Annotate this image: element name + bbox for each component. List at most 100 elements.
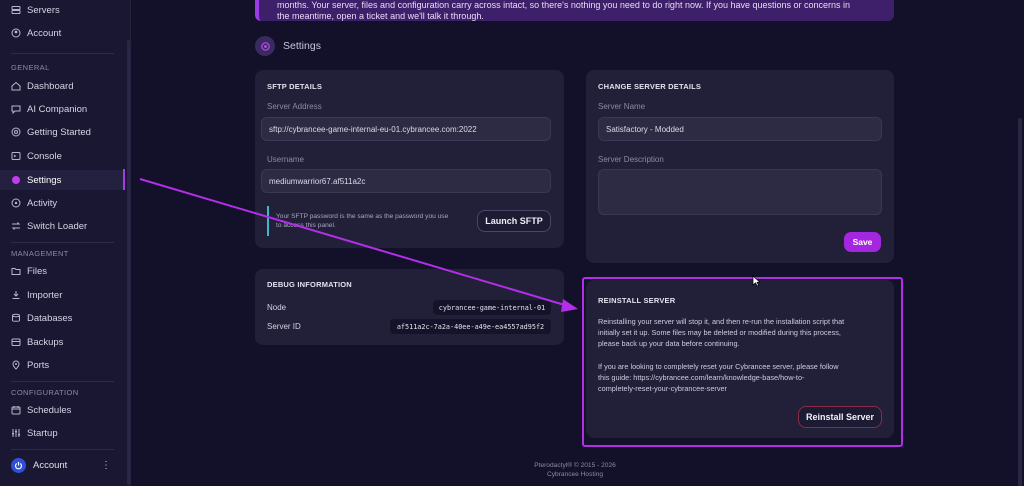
sidebar-item-schedules[interactable]: Schedules	[11, 400, 71, 420]
sidebar-item-ai-companion[interactable]: AI Companion	[11, 99, 87, 119]
warning-line-2: initially set it up. Some files may be d…	[598, 328, 841, 337]
server-description-label: Server Description	[598, 155, 664, 164]
banner-text-line-1: months. Your server, files and configura…	[277, 0, 851, 10]
sidebar-item-label: Ports	[27, 359, 50, 371]
section-label-general: GENERAL	[11, 63, 50, 72]
server-name-label: Server Name	[598, 102, 646, 111]
settings-dot-icon	[11, 175, 21, 185]
scrollbar-thumb[interactable]	[1018, 118, 1022, 486]
sidebar-item-label: Importer	[27, 289, 63, 301]
folder-icon	[11, 266, 21, 276]
section-label-management: MANAGEMENT	[11, 249, 69, 258]
reset-guide-text: If you are looking to completely reset y…	[598, 361, 888, 394]
server-name-input[interactable]: Satisfactory - Modded	[598, 117, 882, 141]
sidebar-item-account[interactable]: Account	[11, 23, 61, 43]
sidebar-item-files[interactable]: Files	[11, 261, 47, 281]
sidebar-item-label: Activity	[27, 197, 58, 209]
change-server-details-card: CHANGE SERVER DETAILS Server Name Satisf…	[586, 70, 894, 263]
switch-icon	[11, 221, 21, 231]
sidebar-item-switch-loader[interactable]: Switch Loader	[11, 216, 87, 236]
sidebar-item-label: Files	[27, 265, 48, 277]
warning-line-1: Reinstalling your server will stop it, a…	[598, 317, 845, 326]
import-icon	[11, 290, 21, 300]
username-label: Username	[267, 155, 304, 164]
sidebar: Servers Account GENERAL Dashboard AI Com…	[0, 0, 131, 486]
sidebar-item-label: Servers	[27, 4, 60, 16]
guide-line-3[interactable]: completely-reset-your-cybrancee-server	[598, 383, 888, 394]
sidebar-item-label: Switch Loader	[27, 220, 88, 232]
sidebar-item-dashboard[interactable]: Dashboard	[11, 76, 73, 96]
reinstall-server-button[interactable]: Reinstall Server	[798, 406, 882, 428]
sidebar-item-label: AI Companion	[27, 103, 88, 115]
sidebar-divider	[11, 381, 114, 382]
sidebar-divider	[11, 53, 114, 54]
location-icon	[11, 360, 21, 370]
sidebar-item-servers[interactable]: Servers	[11, 0, 60, 20]
sidebar-item-label: Dashboard	[27, 80, 74, 92]
mouse-cursor-icon	[752, 275, 761, 287]
server-description-textarea[interactable]	[598, 169, 882, 215]
servers-icon	[11, 5, 21, 15]
username-field[interactable]: mediumwarrior67.af511a2c	[261, 169, 551, 193]
sidebar-scrollbar[interactable]	[127, 40, 130, 485]
sidebar-item-label: Settings	[27, 174, 62, 186]
server-address-field[interactable]: sftp://cybrancee-game-internal-eu-01.cyb…	[261, 117, 551, 141]
sidebar-item-getting-started[interactable]: Getting Started	[11, 122, 91, 142]
sidebar-item-settings[interactable]: Settings	[0, 170, 125, 190]
account-menu[interactable]: Account	[11, 458, 67, 473]
server-id-value: af511a2c-7a2a-40ee-a49e-ea4557ad95f2	[390, 319, 551, 334]
sidebar-item-label: Schedules	[27, 404, 72, 416]
sidebar-item-ports[interactable]: Ports	[11, 355, 49, 375]
sidebar-item-label: Console	[27, 150, 62, 162]
sidebar-item-label: Databases	[27, 312, 73, 324]
section-label-configuration: CONFIGURATION	[11, 388, 79, 397]
sidebar-item-importer[interactable]: Importer	[11, 285, 62, 305]
sidebar-item-label: Account	[27, 27, 62, 39]
sliders-icon	[11, 428, 21, 438]
launch-sftp-button[interactable]: Launch SFTP	[477, 210, 551, 232]
note-line-1: Your SFTP password is the same as the pa…	[276, 213, 449, 220]
card-title: REINSTALL SERVER	[598, 296, 676, 305]
terminal-icon	[11, 151, 21, 161]
warning-line-3: please back up your data before continui…	[598, 339, 740, 348]
more-options-icon[interactable]: ⋮	[101, 461, 111, 471]
settings-icon	[255, 36, 275, 56]
sftp-password-note: Your SFTP password is the same as the pa…	[267, 206, 467, 236]
avatar	[11, 458, 26, 473]
sidebar-item-startup[interactable]: Startup	[11, 423, 58, 443]
banner-text-line-2: the meantime, open a ticket and we'll ta…	[277, 11, 484, 21]
sidebar-item-console[interactable]: Console	[11, 146, 62, 166]
active-indicator	[123, 169, 125, 190]
footer-copyright: Pterodactyl® © 2015 - 2026	[534, 462, 616, 469]
page-scrollbar[interactable]	[1017, 0, 1024, 486]
sidebar-item-label: Startup	[27, 427, 58, 439]
sidebar-divider	[11, 242, 114, 243]
reinstall-warning-text: Reinstalling your server will stop it, a…	[598, 316, 888, 349]
footer: Pterodactyl® © 2015 - 2026 Cybrancee Hos…	[480, 461, 670, 479]
calendar-icon	[11, 405, 21, 415]
page-title: Settings	[283, 40, 321, 52]
sidebar-item-databases[interactable]: Databases	[11, 308, 72, 328]
server-address-label: Server Address	[267, 102, 322, 111]
sidebar-item-backups[interactable]: Backups	[11, 332, 63, 352]
node-value: cybrancee-game-internal-01	[433, 300, 551, 315]
server-id-label: Server ID	[267, 322, 301, 331]
save-button[interactable]: Save	[844, 232, 881, 252]
footer-host: Cybrancee Hosting	[546, 471, 604, 478]
account-label: Account	[33, 460, 68, 471]
node-label: Node	[267, 303, 287, 312]
debug-information-card: DEBUG INFORMATION Node cybrancee-game-in…	[255, 269, 564, 345]
dashboard-icon	[11, 81, 21, 91]
guide-line-2[interactable]: this guide: https://cybrancee.com/learn/…	[598, 372, 888, 383]
guide-line-1: If you are looking to completely reset y…	[598, 362, 839, 371]
note-line-2: to access this panel.	[276, 222, 336, 229]
card-title: DEBUG INFORMATION	[267, 280, 352, 289]
sidebar-item-label: Backups	[27, 336, 64, 348]
chat-icon	[11, 104, 21, 114]
sidebar-item-activity[interactable]: Activity	[11, 193, 57, 213]
activity-icon	[11, 198, 21, 208]
database-icon	[11, 313, 21, 323]
sidebar-item-label: Getting Started	[27, 126, 91, 138]
sidebar-divider	[11, 449, 114, 450]
reinstall-server-card: REINSTALL SERVER Reinstalling your serve…	[586, 280, 894, 438]
